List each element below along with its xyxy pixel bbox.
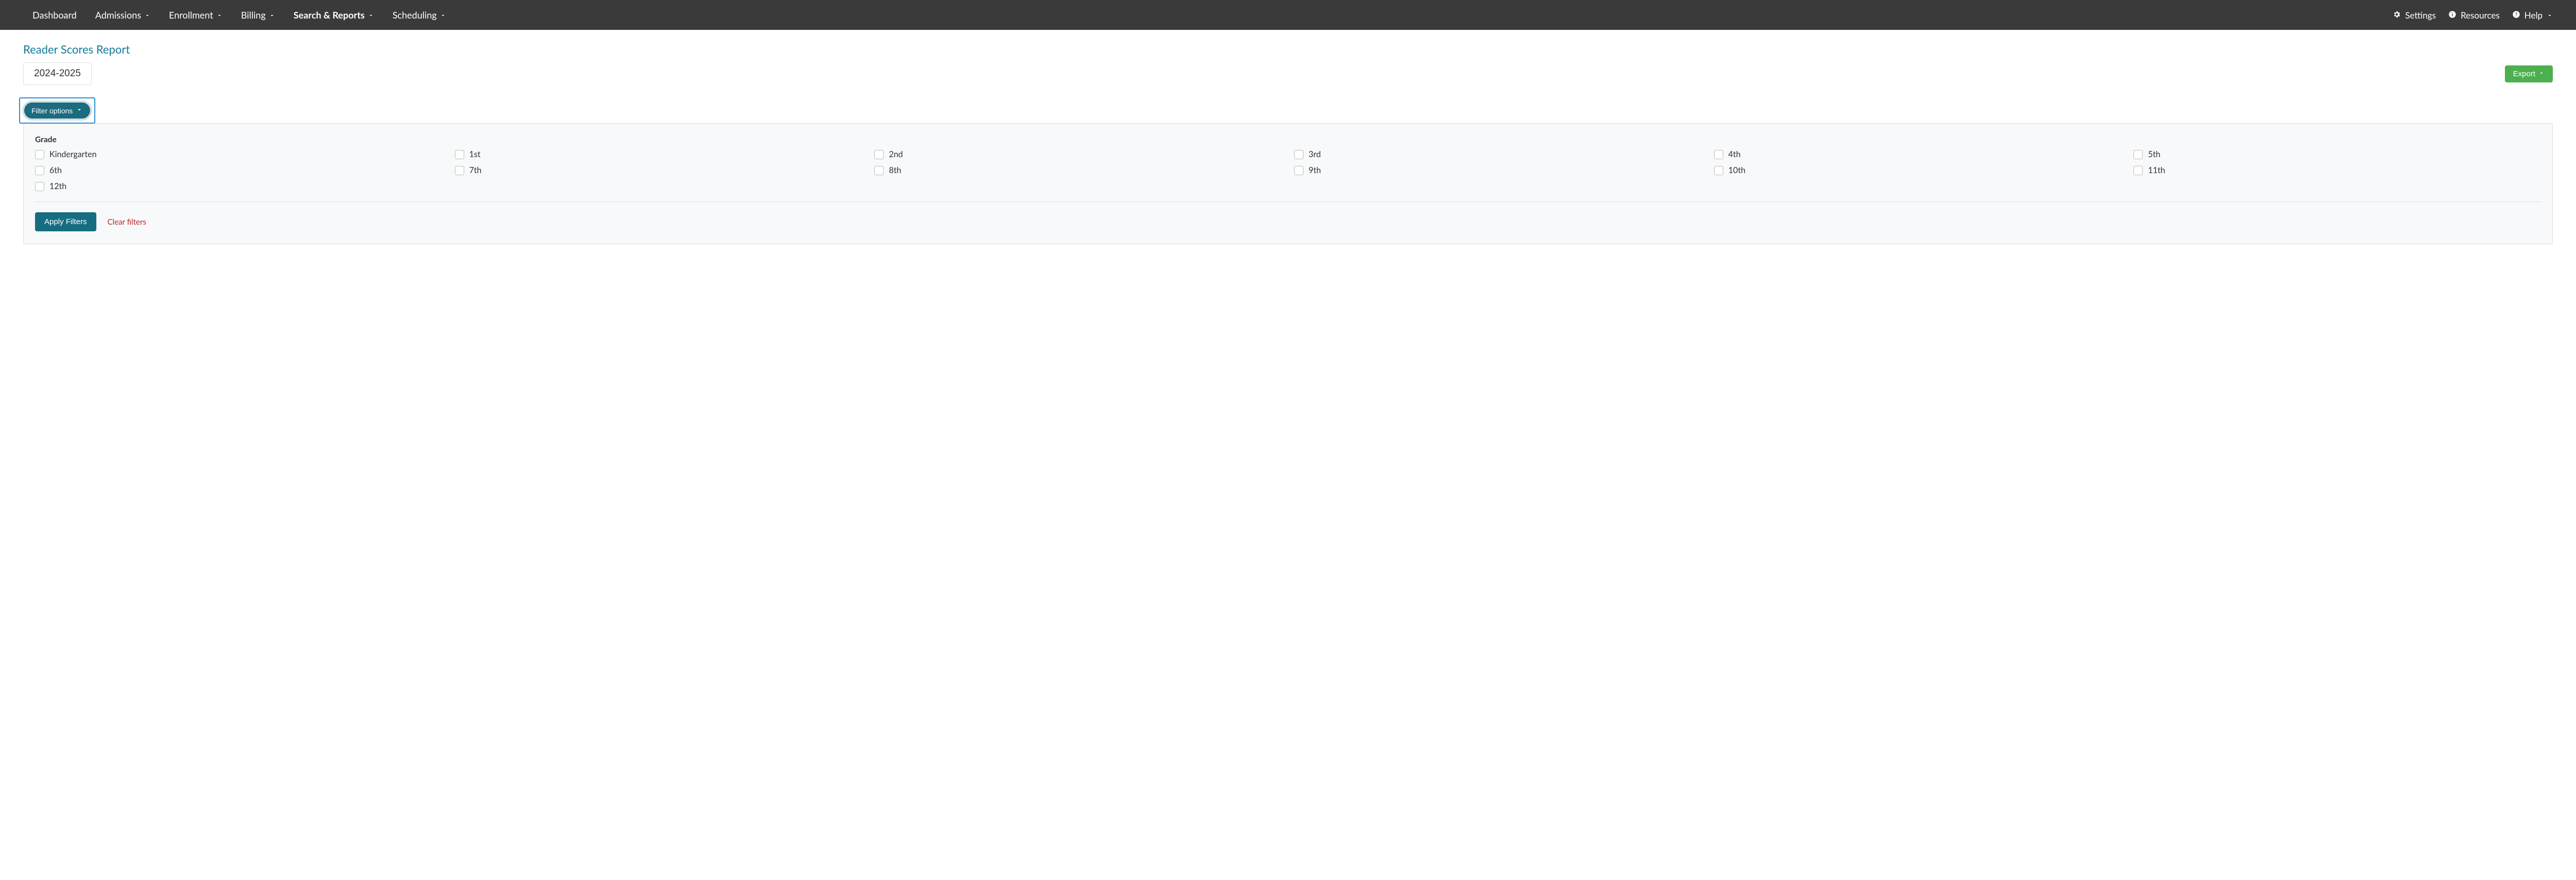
nav-item-billing[interactable]: Billing (232, 9, 284, 21)
year-select-value: 2024-2025 (34, 68, 81, 79)
page-body: Reader Scores Report 2024-2025 Export Fi… (0, 30, 2576, 257)
nav-item-search-reports[interactable]: Search & Reports (284, 9, 383, 21)
filter-section-label: Grade (35, 135, 2541, 144)
grade-label: 12th (49, 181, 66, 191)
chevron-down-icon (76, 106, 83, 115)
chevron-down-icon (2538, 70, 2545, 78)
nav-item-enrollment[interactable]: Enrollment (160, 9, 232, 21)
grade-checkbox[interactable] (874, 150, 884, 159)
grade-option-12th[interactable]: 12th (35, 181, 443, 191)
grade-label: 1st (469, 149, 481, 159)
grade-checkbox[interactable] (35, 166, 44, 175)
grade-checkbox[interactable] (1294, 150, 1303, 159)
nav-right-resources[interactable]: Resources (2448, 10, 2500, 21)
grade-label: 9th (1309, 165, 1321, 175)
nav-item-label: Search & Reports (294, 9, 365, 21)
grade-checkbox[interactable] (2133, 166, 2143, 175)
clear-filters-link[interactable]: Clear filters (108, 217, 146, 227)
help-icon: ? (2512, 10, 2520, 21)
nav-item-dashboard[interactable]: Dashboard (23, 9, 86, 21)
filter-options-toggle[interactable]: Filter options (24, 103, 90, 119)
nav-item-admissions[interactable]: Admissions (86, 9, 160, 21)
page-top-row: 2024-2025 Export (23, 62, 2553, 85)
nav-item-label: Dashboard (32, 9, 77, 21)
grade-label: 7th (469, 165, 482, 175)
filter-toggle-highlight: Filter options (19, 97, 95, 124)
info-icon (2448, 10, 2456, 21)
grade-option-kindergarten[interactable]: Kindergarten (35, 149, 443, 159)
grade-option-11th[interactable]: 11th (2133, 165, 2541, 175)
nav-right-label: Help (2524, 10, 2543, 21)
chevron-down-icon (216, 9, 223, 21)
grade-label: 6th (49, 165, 62, 175)
grade-label: 4th (1728, 149, 1741, 159)
grade-label: 2nd (889, 149, 903, 159)
chevron-down-icon (269, 9, 275, 21)
grade-option-1st[interactable]: 1st (455, 149, 862, 159)
top-nav: Dashboard Admissions Enrollment Billing Sear… (0, 0, 2576, 30)
filter-panel: Grade Kindergarten 1st 2nd 3rd 4th 5th 6th 7th 8… (23, 123, 2553, 244)
grade-checkbox[interactable] (35, 182, 44, 191)
grade-checkbox[interactable] (2133, 150, 2143, 159)
nav-right: Settings Resources? Help (2393, 10, 2553, 21)
clear-filters-label: Clear filters (108, 217, 146, 227)
grade-grid: Kindergarten 1st 2nd 3rd 4th 5th 6th 7th 8th 9th 1… (35, 149, 2541, 202)
nav-item-label: Admissions (95, 9, 141, 21)
grade-checkbox[interactable] (1714, 150, 1723, 159)
nav-item-scheduling[interactable]: Scheduling (383, 9, 455, 21)
nav-right-settings[interactable]: Settings (2393, 10, 2436, 21)
svg-text:?: ? (2515, 11, 2517, 17)
grade-checkbox[interactable] (1714, 166, 1723, 175)
filter-actions: Apply Filters Clear filters (35, 212, 2541, 231)
grade-option-10th[interactable]: 10th (1714, 165, 2122, 175)
grade-label: Kindergarten (49, 149, 97, 159)
chevron-down-icon (368, 9, 374, 21)
grade-option-6th[interactable]: 6th (35, 165, 443, 175)
grade-checkbox[interactable] (455, 150, 464, 159)
export-button[interactable]: Export (2505, 65, 2553, 82)
grade-option-9th[interactable]: 9th (1294, 165, 1702, 175)
grade-label: 11th (2148, 165, 2165, 175)
apply-filters-label: Apply Filters (44, 217, 87, 226)
grade-label: 8th (889, 165, 901, 175)
grade-checkbox[interactable] (1294, 166, 1303, 175)
export-label: Export (2513, 70, 2535, 78)
grade-option-4th[interactable]: 4th (1714, 149, 2122, 159)
page-title: Reader Scores Report (23, 42, 2553, 56)
grade-option-5th[interactable]: 5th (2133, 149, 2541, 159)
grade-option-7th[interactable]: 7th (455, 165, 862, 175)
nav-right-label: Resources (2461, 10, 2500, 21)
chevron-down-icon (144, 9, 150, 21)
nav-right-label: Settings (2405, 10, 2436, 21)
nav-item-label: Enrollment (169, 9, 213, 21)
apply-filters-button[interactable]: Apply Filters (35, 212, 96, 231)
chevron-down-icon (440, 9, 446, 21)
chevron-down-icon (2547, 10, 2553, 21)
grade-checkbox[interactable] (35, 150, 44, 159)
grade-label: 10th (1728, 165, 1745, 175)
grade-label: 5th (2148, 149, 2160, 159)
nav-item-label: Scheduling (393, 9, 437, 21)
grade-option-8th[interactable]: 8th (874, 165, 1282, 175)
gear-icon (2393, 10, 2401, 21)
nav-item-label: Billing (241, 9, 266, 21)
filter-toggle-label: Filter options (31, 107, 73, 115)
grade-option-3rd[interactable]: 3rd (1294, 149, 1702, 159)
grade-checkbox[interactable] (874, 166, 884, 175)
nav-right-help[interactable]: ? Help (2512, 10, 2553, 21)
grade-option-2nd[interactable]: 2nd (874, 149, 1282, 159)
year-select[interactable]: 2024-2025 (23, 62, 92, 85)
grade-checkbox[interactable] (455, 166, 464, 175)
nav-left: Dashboard Admissions Enrollment Billing Sear… (23, 9, 455, 21)
grade-label: 3rd (1309, 149, 1321, 159)
